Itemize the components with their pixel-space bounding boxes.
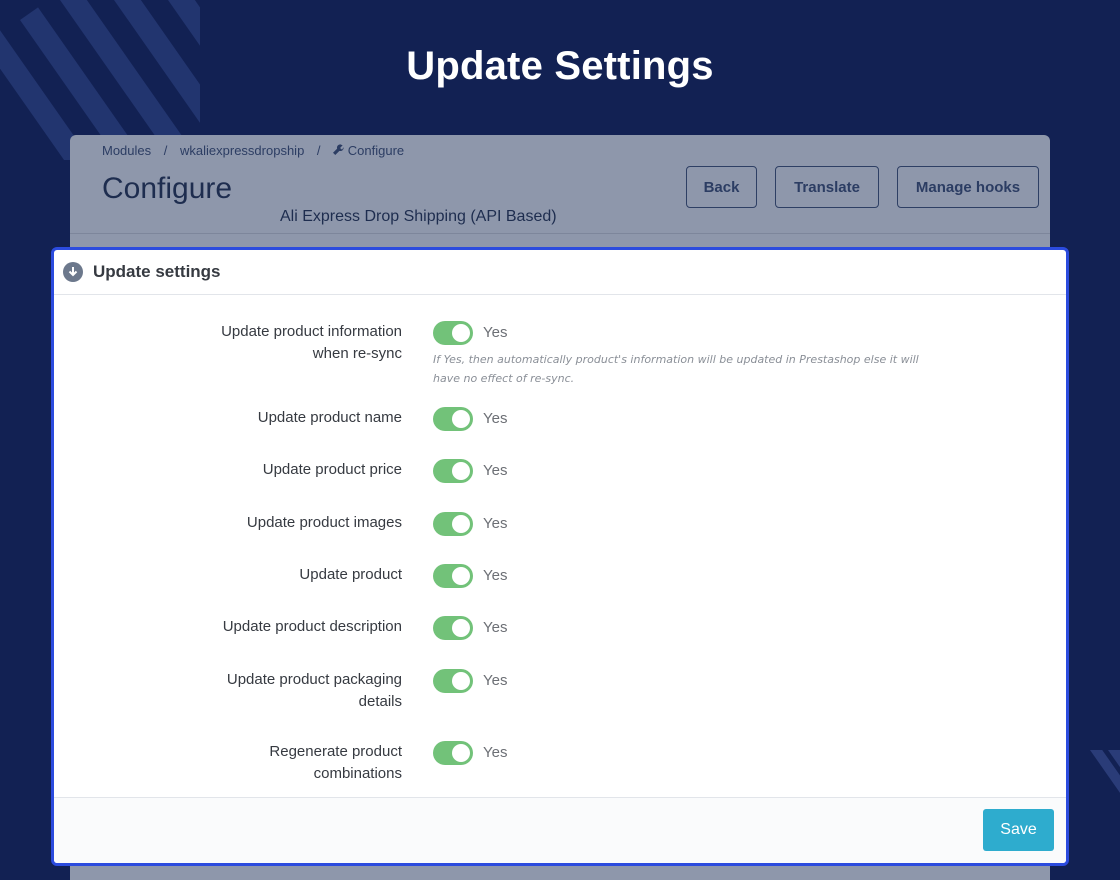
breadcrumb-separator: / [316,143,321,158]
toggle-switch[interactable] [433,564,473,588]
panel-footer: Save [54,797,1066,863]
toggle-knob [452,672,470,690]
toggle-value-label: Yes [483,619,508,636]
breadcrumb-separator: / [163,143,168,158]
header-divider [70,233,1050,234]
back-button[interactable]: Back [686,166,757,208]
page-title: Update Settings [406,44,714,88]
breadcrumb: Modules / wkaliexpressdropship / Configu… [102,143,404,158]
toggle-switch[interactable] [433,407,473,431]
toggle-knob [452,324,470,342]
toggle-switch[interactable] [433,741,473,765]
setting-label: Update product name [257,409,402,426]
toggle-knob [452,619,470,637]
toggle-value-label: Yes [483,744,508,761]
setting-label: Update product images [246,514,402,531]
update-settings-panel: Update settings Update product informati… [51,247,1069,866]
toggle-value-label: Yes [483,462,508,479]
toggle-knob [452,410,470,428]
toggle-knob [452,462,470,480]
toggle-switch[interactable] [433,512,473,536]
breadcrumb-item-module[interactable]: wkaliexpressdropship [180,143,304,158]
setting-label: Update product information when re-sync [221,323,402,362]
translate-button[interactable]: Translate [775,166,879,208]
toggle-value-label: Yes [483,410,508,427]
wrench-icon [333,143,348,158]
toggle-knob [452,744,470,762]
toggle-value-label: Yes [483,567,508,584]
toggle-value-label: Yes [483,515,508,532]
panel-heading-text: Update settings [93,262,221,281]
save-button[interactable]: Save [983,809,1054,851]
setting-label: Update product [299,566,402,583]
toggle-switch[interactable] [433,459,473,483]
module-subtitle: Ali Express Drop Shipping (API Based) [280,208,557,225]
breadcrumb-item-configure: Configure [347,143,405,158]
toggle-switch[interactable] [433,616,473,640]
panel-heading: Update settings [54,250,1066,295]
toggle-switch[interactable] [433,669,473,693]
toggle-knob [452,515,470,533]
toggle-value-label: Yes [483,672,508,689]
toggle-switch[interactable] [433,321,473,345]
manage-hooks-button[interactable]: Manage hooks [897,166,1039,208]
decorative-stripes-bottom-right [1060,750,1120,880]
breadcrumb-item-modules[interactable]: Modules [102,143,151,158]
setting-label: Regenerate product combinations [269,743,402,782]
configure-title: Configure [102,172,233,205]
arrow-circle-down-icon [63,262,83,282]
toggle-value-label: Yes [483,324,508,341]
setting-label: Update product packaging details [226,671,402,710]
settings-form: Update product information when re-sync … [54,295,1066,800]
toggle-knob [452,567,470,585]
setting-label: Update product description [222,618,402,635]
setting-label: Update product price [262,461,402,478]
help-text: If Yes, then automatically product's inf… [433,353,919,385]
